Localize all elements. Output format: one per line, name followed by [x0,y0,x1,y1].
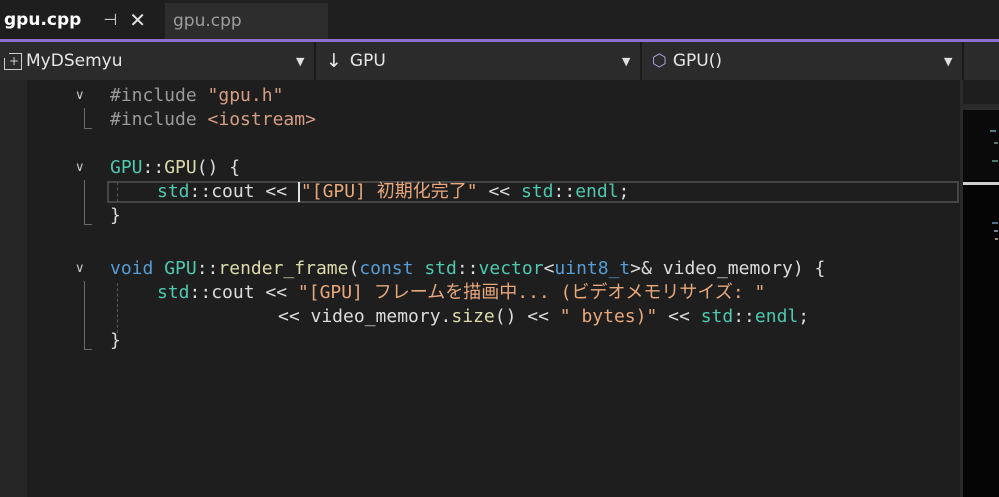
operator: << [657,306,701,327]
arrow-down-icon: ↓ [326,50,342,72]
scope-operator: :: [142,157,165,178]
scope-operator: :: [553,181,576,202]
minimap-mark [992,222,998,224]
minimap-mark [992,160,998,162]
close-icon[interactable]: ✕ [129,10,146,30]
tab-title: gpu.cpp [4,9,82,30]
type-name: vector [478,258,544,279]
include-file: "gpu.h" [207,85,284,106]
navigation-bar: + MyDSemyu ▼ ↓ GPU ▼ ⬡ GPU() ▼ [0,42,999,80]
minimap-current-line [963,182,999,185]
tab-title: gpu.cpp [173,11,242,31]
fold-guide [84,128,92,129]
string-literal: "[GPU] フレームを描画中... (ビデオメモリサイズ: " [297,282,766,303]
scrollbar-top [960,80,999,104]
type-name: uint8_t [554,258,631,279]
identifier: endl [575,181,619,202]
scope-dropdown[interactable]: ↓ GPU [326,42,386,80]
fold-toggle-icon[interactable]: ∨ [75,156,89,180]
punctuation: ; [618,181,630,202]
minimap-mark [990,130,996,132]
minimap-viewport[interactable] [963,110,999,180]
minimap-mark [994,230,998,232]
keyword: void [110,258,154,279]
divider [962,42,964,80]
tab-gpu-cpp-active[interactable]: gpu.cpp ⊣ ✕ [0,0,165,39]
fold-toggle-icon[interactable]: ∨ [75,257,89,281]
preprocessor-directive: #include [110,109,208,130]
namespace: std [157,181,190,202]
divider [314,42,316,80]
divider [640,42,642,80]
operator: << [254,282,298,303]
code-line-cout-render: std::cout << "[GPU] フレームを描画中... (ビデオメモリサ… [157,281,765,305]
include-file: <iostream> [207,109,316,130]
chevron-down-icon[interactable]: ▼ [944,42,952,80]
string-literal: " bytes)" [559,306,658,327]
keyword: const [359,258,414,279]
string-literal: "[GPU] 初期化完了" [300,181,478,202]
punctuation: ; [798,306,810,327]
code-line-render-frame: void GPU::render_frame(const std::vector… [110,257,825,281]
identifier: endl [754,306,799,327]
namespace: std [413,258,457,279]
minimap-mark [994,142,998,144]
project-dropdown[interactable]: + MyDSemyu [3,42,123,80]
fold-guide [84,180,85,224]
function-name: render_frame [218,258,349,279]
punctuation: < [543,258,555,279]
namespace: std [157,282,190,303]
identifier: cout [211,181,255,202]
fold-toggle-icon[interactable]: ∨ [75,84,89,108]
cube-icon: ⬡ [652,51,667,71]
expression: << video_memory. [278,306,452,327]
chevron-down-icon[interactable]: ▼ [296,42,304,80]
fold-guide [84,349,92,350]
punctuation: () { [196,157,241,178]
pin-icon[interactable]: ⊣ [103,10,117,29]
class-name: GPU [164,258,197,279]
scope-operator: :: [456,258,479,279]
namespace: std [520,181,554,202]
operator: << [477,181,521,202]
function-name: size [451,306,495,327]
indent-guide [117,283,118,333]
code-line-cout-continuation: << video_memory.size() << " bytes)" << s… [278,305,809,329]
text-caret [297,182,300,202]
tab-strip: gpu.cpp ⊣ ✕ gpu.cpp [0,0,999,39]
code-line-include-iostream: #include <iostream> [110,108,316,132]
tab-gpu-cpp-preview[interactable]: gpu.cpp [165,3,328,39]
scope-operator: :: [733,306,755,327]
scope-operator: :: [189,282,212,303]
preprocessor-directive: #include [110,85,208,106]
editor-gutter [0,80,27,497]
member-dropdown[interactable]: ⬡ GPU() [652,42,722,80]
code-line-close-brace: } [110,330,121,351]
member-label: GPU() [672,51,722,71]
operator: << [254,181,298,202]
project-icon: + [3,51,22,70]
code-line-cout-init: std::cout << "[GPU] 初期化完了" << std::endl; [157,180,629,204]
identifier: cout [211,282,255,303]
operator: () << [494,306,560,327]
fold-guide [84,281,85,349]
parameter-list: >& video_memory) { [630,258,826,279]
chevron-down-icon[interactable]: ▼ [622,42,630,80]
code-line-constructor: GPU::GPU() { [110,156,240,180]
project-label: MyDSemyu [26,51,123,71]
class-name: GPU [110,157,143,178]
fold-guide [84,108,85,128]
punctuation: ( [348,258,360,279]
minimap[interactable] [963,180,999,497]
minimap-mark [995,238,998,240]
fold-guide [84,224,92,225]
scope-label: GPU [349,51,386,71]
function-name: GPU [164,157,197,178]
code-line-include-gpu-h: #include "gpu.h" [110,84,283,108]
scope-operator: :: [189,181,212,202]
scope-operator: :: [196,258,219,279]
namespace: std [700,306,734,327]
code-line-close-brace: } [110,205,121,226]
